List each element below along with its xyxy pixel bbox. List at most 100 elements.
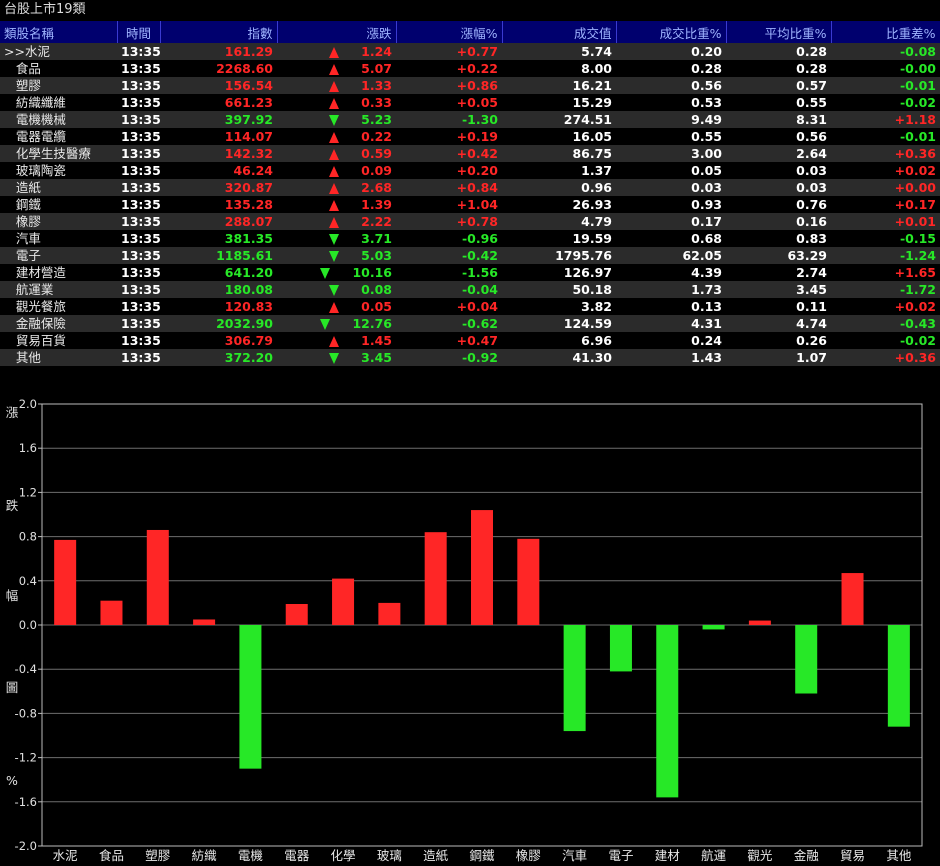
- table-row[interactable]: 電機機械 13:35 397.92 5.23 -1.30 274.51 9.49 8.31 +1…: [0, 111, 940, 128]
- value-cell: 6.96: [502, 332, 616, 349]
- index-cell: 2032.90: [160, 315, 277, 332]
- col-header-pct[interactable]: 漲幅%: [396, 21, 503, 43]
- col-header-value[interactable]: 成交值: [502, 21, 617, 43]
- arrow-up-icon: [329, 47, 340, 58]
- table-row[interactable]: >>水泥 13:35 161.29 1.24 +0.77 5.74 0.20 0.28 -0.0…: [0, 43, 940, 60]
- change-value: 3.71: [361, 231, 392, 246]
- avg-cell: 2.74: [726, 264, 831, 281]
- bar: [656, 625, 679, 798]
- avg-cell: 0.55: [726, 94, 831, 111]
- x-tick-label: 建材: [655, 848, 680, 863]
- arrow-up-icon: [329, 336, 340, 347]
- y-axis-title-char: %: [6, 773, 18, 788]
- x-tick-label: 航運: [701, 848, 727, 863]
- share-cell: 0.53: [616, 94, 726, 111]
- window-title: 台股上市19類: [4, 2, 86, 17]
- avg-cell: 0.11: [726, 298, 831, 315]
- y-tick-label: 2.0: [19, 397, 37, 411]
- table-row[interactable]: 電器電纜 13:35 114.07 0.22 +0.19 16.05 0.55 0.56 -0.…: [0, 128, 940, 145]
- share-cell: 0.93: [616, 196, 726, 213]
- arrow-up-icon: [329, 217, 340, 228]
- x-tick-label: 塑膠: [145, 848, 171, 863]
- index-cell: 114.07: [160, 128, 277, 145]
- table-row[interactable]: 造紙 13:35 320.87 2.68 +0.84 0.96 0.03 0.03 +0.00: [0, 179, 940, 196]
- avg-cell: 0.26: [726, 332, 831, 349]
- time-cell: 13:35: [117, 179, 160, 196]
- table-header-row: 類股名稱 時間 指數 漲跌 漲幅% 成交值 成交比重% 平均比重% 比重差%: [0, 21, 940, 43]
- index-cell: 180.08: [160, 281, 277, 298]
- x-tick-label: 鋼鐵: [469, 848, 495, 863]
- x-tick-label: 電器: [284, 848, 310, 863]
- bar: [563, 625, 586, 732]
- x-tick-label: 汽車: [562, 848, 587, 863]
- table-row[interactable]: 塑膠 13:35 156.54 1.33 +0.86 16.21 0.56 0.57 -0.01: [0, 77, 940, 94]
- table-row[interactable]: 電子 13:35 1185.61 5.03 -0.42 1795.76 62.05 63.29…: [0, 247, 940, 264]
- table-row[interactable]: 食品 13:35 2268.60 5.07 +0.22 8.00 0.28 0.28 -0.00: [0, 60, 940, 77]
- bar: [795, 625, 818, 694]
- share-cell: 0.55: [616, 128, 726, 145]
- sector-name: 電器電纜: [0, 128, 117, 145]
- avg-cell: 0.28: [726, 43, 831, 60]
- sector-name: 化學生技醫療: [0, 145, 117, 162]
- col-header-name[interactable]: 類股名稱: [0, 21, 118, 43]
- table-row[interactable]: 化學生技醫療 13:35 142.32 0.59 +0.42 86.75 3.00 2.64 +…: [0, 145, 940, 162]
- y-tick-label: -2.0: [15, 839, 37, 853]
- change-value: 1.39: [361, 197, 392, 212]
- diff-cell: -0.02: [831, 332, 940, 349]
- table-row[interactable]: 玻璃陶瓷 13:35 46.24 0.09 +0.20 1.37 0.05 0.03 +0.02: [0, 162, 940, 179]
- table-row[interactable]: 鋼鐵 13:35 135.28 1.39 +1.04 26.93 0.93 0.76 +0.17: [0, 196, 940, 213]
- time-cell: 13:35: [117, 43, 160, 60]
- table-row[interactable]: 紡織纖維 13:35 661.23 0.33 +0.05 15.29 0.53 0.55 -0.…: [0, 94, 940, 111]
- arrow-down-icon: [329, 353, 340, 364]
- bar: [887, 625, 910, 727]
- table-row[interactable]: 觀光餐旅 13:35 120.83 0.05 +0.04 3.82 0.13 0.11 +0.0…: [0, 298, 940, 315]
- share-cell: 62.05: [616, 247, 726, 264]
- value-cell: 50.18: [502, 281, 616, 298]
- value-cell: 126.97: [502, 264, 616, 281]
- table-row[interactable]: 橡膠 13:35 288.07 2.22 +0.78 4.79 0.17 0.16 +0.01: [0, 213, 940, 230]
- avg-cell: 0.76: [726, 196, 831, 213]
- index-cell: 135.28: [160, 196, 277, 213]
- pct-cell: +0.47: [396, 332, 502, 349]
- arrow-down-icon: [320, 268, 331, 279]
- col-header-index[interactable]: 指數: [160, 21, 278, 43]
- col-header-time[interactable]: 時間: [117, 21, 161, 43]
- table-row[interactable]: 汽車 13:35 381.35 3.71 -0.96 19.59 0.68 0.83 -0.15: [0, 230, 940, 247]
- arrow-down-icon: [329, 285, 340, 296]
- col-header-diff[interactable]: 比重差%: [831, 21, 940, 43]
- avg-cell: 63.29: [726, 247, 831, 264]
- table-row[interactable]: 金融保險 13:35 2032.90 12.76 -0.62 124.59 4.31 4.74…: [0, 315, 940, 332]
- diff-cell: +0.02: [831, 162, 940, 179]
- value-cell: 16.21: [502, 77, 616, 94]
- sector-name: 電子: [0, 247, 117, 264]
- arrow-up-icon: [329, 132, 340, 143]
- change-cell: 0.59: [277, 145, 396, 162]
- col-header-share[interactable]: 成交比重%: [616, 21, 727, 43]
- y-axis-title-char: 幅: [6, 588, 19, 603]
- col-header-change[interactable]: 漲跌: [277, 21, 397, 43]
- bar: [748, 620, 771, 625]
- table-row[interactable]: 建材營造 13:35 641.20 10.16 -1.56 126.97 4.39 2.74 +…: [0, 264, 940, 281]
- change-value: 1.33: [361, 78, 392, 93]
- pct-cell: -0.04: [396, 281, 502, 298]
- time-cell: 13:35: [117, 128, 160, 145]
- change-cell: 1.24: [277, 43, 396, 60]
- value-cell: 1.37: [502, 162, 616, 179]
- sector-table: 類股名稱 時間 指數 漲跌 漲幅% 成交值 成交比重% 平均比重% 比重差% >>水泥 13:35…: [0, 21, 940, 366]
- col-header-avg[interactable]: 平均比重%: [726, 21, 832, 43]
- avg-cell: 0.16: [726, 213, 831, 230]
- value-cell: 5.74: [502, 43, 616, 60]
- arrow-down-icon: [329, 115, 340, 126]
- change-cell: 5.07: [277, 60, 396, 77]
- y-tick-label: -0.4: [15, 662, 37, 676]
- table-row[interactable]: 貿易百貨 13:35 306.79 1.45 +0.47 6.96 0.24 0.26 -0.0…: [0, 332, 940, 349]
- table-row[interactable]: 航運業 13:35 180.08 0.08 -0.04 50.18 1.73 3.45 -1.7…: [0, 281, 940, 298]
- change-cell: 0.22: [277, 128, 396, 145]
- change-cell: 10.16: [277, 264, 396, 281]
- diff-cell: +1.18: [831, 111, 940, 128]
- share-cell: 0.20: [616, 43, 726, 60]
- value-cell: 1795.76: [502, 247, 616, 264]
- table-row[interactable]: 其他 13:35 372.20 3.45 -0.92 41.30 1.43 1.07 +0.36: [0, 349, 940, 366]
- y-tick-label: -1.6: [15, 795, 37, 809]
- time-cell: 13:35: [117, 230, 160, 247]
